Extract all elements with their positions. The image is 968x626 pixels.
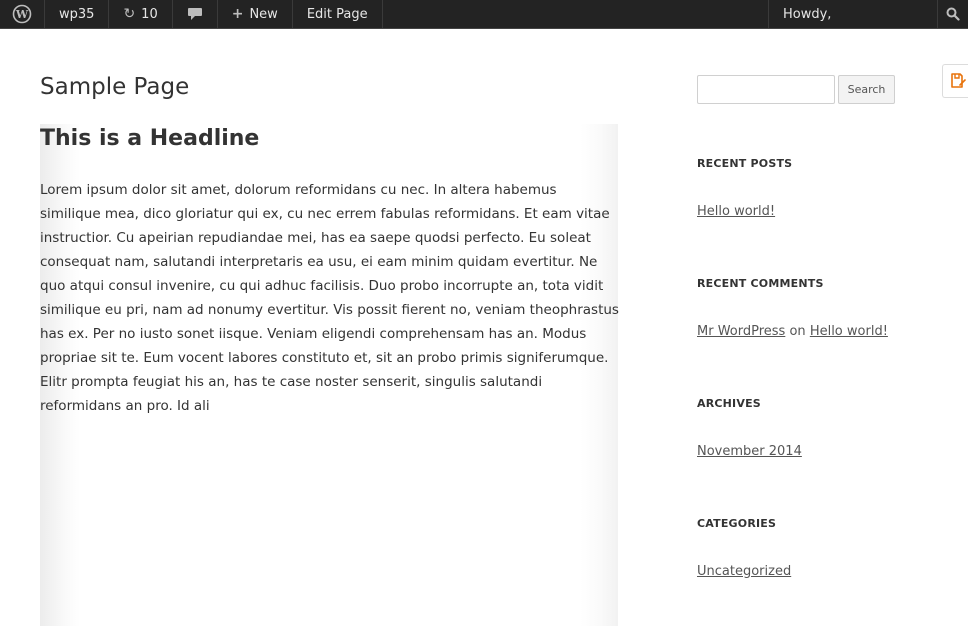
category-link[interactable]: Uncategorized (697, 564, 791, 579)
search-button[interactable]: Search (838, 75, 895, 104)
updates-count: 10 (141, 6, 158, 22)
edit-page-link[interactable]: Edit Page (293, 0, 383, 28)
recent-posts-title: RECENT POSTS (697, 157, 793, 170)
adminbar-search-button[interactable] (938, 0, 968, 28)
article-headline: This is a Headline (40, 126, 260, 151)
edit-page-label: Edit Page (306, 6, 368, 22)
comment-author-link[interactable]: Mr WordPress (697, 324, 785, 339)
article-body: Lorem ipsum dolor sit amet, dolorum refo… (40, 182, 619, 414)
new-content-menu[interactable]: + New (218, 0, 293, 28)
categories-title: CATEGORIES (697, 517, 777, 530)
archive-link[interactable]: November 2014 (697, 444, 802, 459)
comment-bubble-icon (187, 8, 202, 20)
site-name-label: wp35 (59, 6, 95, 22)
refresh-icon: ↻ (123, 6, 136, 22)
account-menu[interactable]: Howdy, (768, 0, 938, 28)
site-name-menu[interactable]: wp35 (45, 0, 110, 28)
recent-comment-item: Mr WordPress on Hello world! (697, 324, 888, 339)
search-input[interactable] (697, 75, 835, 104)
side-note-tab[interactable] (942, 64, 968, 98)
wordpress-menu[interactable]: W (0, 0, 45, 28)
comments-menu[interactable] (173, 0, 218, 28)
plus-icon: + (231, 6, 244, 22)
page-title: Sample Page (40, 74, 190, 100)
note-tab-icon (950, 73, 966, 88)
comment-on-text: on (789, 324, 806, 339)
archives-title: ARCHIVES (697, 397, 761, 410)
wordpress-logo-icon: W (12, 4, 32, 24)
search-icon (946, 7, 960, 21)
admin-bar: W wp35 ↻ 10 + New Edit Page Howdy, (0, 0, 968, 29)
recent-post-link[interactable]: Hello world! (697, 204, 775, 219)
recent-comments-title: RECENT COMMENTS (697, 277, 824, 290)
svg-text:W: W (15, 8, 29, 21)
updates-menu[interactable]: ↻ 10 (109, 0, 173, 28)
new-label: New (249, 6, 278, 22)
comment-post-link[interactable]: Hello world! (810, 324, 888, 339)
howdy-label: Howdy, (783, 6, 832, 22)
